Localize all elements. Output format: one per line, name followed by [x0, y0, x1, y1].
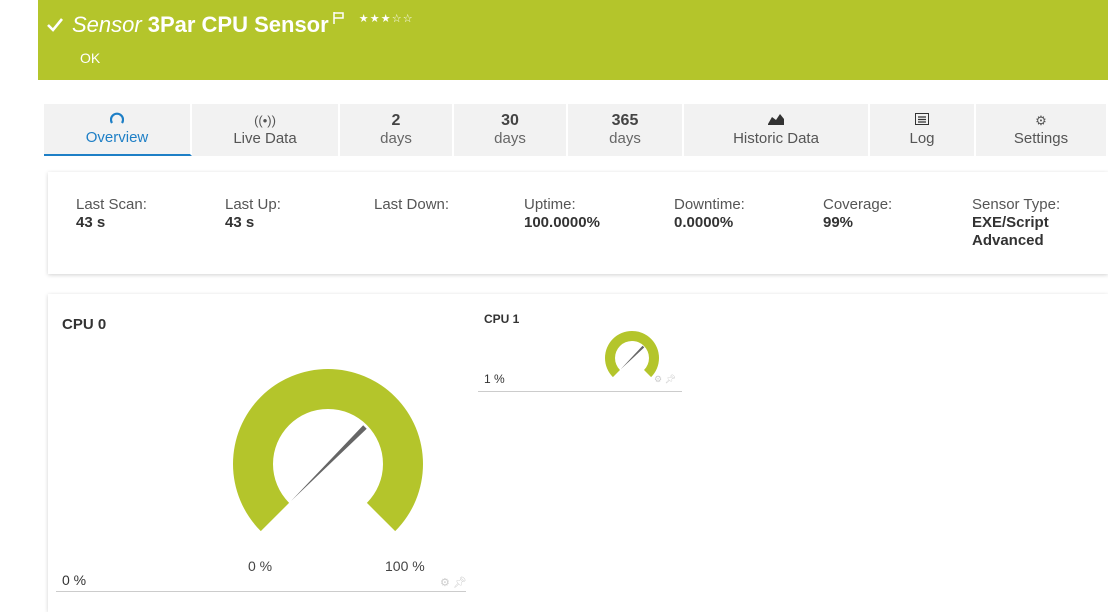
stat-value: EXE/Script Advanced: [972, 214, 1049, 249]
gauges-panel: CPU 0 0 % 100 % 0 % ⚙ 📌︎ CPU 1 1 % ⚙ 📌︎: [48, 294, 1108, 612]
tab-label: Historic Data: [733, 130, 819, 147]
gauge-min-label: 0 %: [248, 558, 273, 574]
stat-coverage: Coverage: 99%: [823, 196, 892, 232]
tab-live-data[interactable]: ((•)) Live Data: [192, 104, 340, 156]
stat-label: Last Down:: [374, 196, 450, 213]
sensor-name: 3Par CPU Sensor: [147, 12, 329, 37]
tab-2-days[interactable]: 2 days: [340, 104, 454, 156]
star-filled-icon[interactable]: ★: [381, 12, 392, 25]
check-icon: [46, 16, 64, 38]
tab-30-days[interactable]: 30 days: [454, 104, 568, 156]
sensor-kind: Sensor: [72, 12, 142, 37]
status-text: OK: [80, 50, 101, 66]
gauge-title: CPU 0: [62, 316, 107, 333]
stat-value: 99%: [823, 214, 854, 231]
flag-icon[interactable]: [332, 11, 347, 27]
tab-num: 365: [611, 112, 639, 129]
title-row: Sensor 3Par CPU Sensor ★ ★ ★ ☆ ☆: [46, 12, 414, 38]
star-filled-icon[interactable]: ★: [359, 12, 370, 25]
priority-stars[interactable]: ★ ★ ★ ☆ ☆: [359, 12, 414, 25]
tab-label: Live Data: [233, 130, 297, 147]
gauge-needle: [620, 345, 645, 370]
gauge-title: CPU 1: [484, 312, 520, 326]
stat-last-scan: Last Scan: 43 s: [76, 196, 147, 232]
gear-icon[interactable]: ⚙: [654, 374, 662, 384]
pin-icon[interactable]: 📌︎: [665, 374, 676, 384]
stat-last-up: Last Up: 43 s: [225, 196, 281, 232]
tab-label: Settings: [1013, 130, 1069, 147]
log-icon: [915, 112, 929, 130]
tab-settings[interactable]: ⚙ Settings: [976, 104, 1108, 156]
gauge-needle: [291, 425, 367, 501]
tab-sub: days: [609, 130, 641, 147]
live-signal-icon: ((•)): [254, 113, 276, 128]
area-chart-icon: [767, 112, 785, 130]
sensor-stats-panel: Last Scan: 43 s Last Up: 43 s Last Down:…: [48, 172, 1108, 274]
star-empty-icon[interactable]: ☆: [403, 12, 414, 25]
gauge-icon: [109, 111, 125, 129]
stat-value: 43 s: [76, 214, 106, 231]
tab-overview[interactable]: Overview: [44, 104, 192, 156]
stat-last-down: Last Down:: [374, 196, 449, 214]
star-empty-icon[interactable]: ☆: [392, 12, 403, 25]
stat-value: 100.0000%: [524, 214, 600, 231]
sensor-header: Sensor 3Par CPU Sensor ★ ★ ★ ☆ ☆ OK: [38, 0, 1108, 80]
pin-icon[interactable]: 📌︎: [453, 577, 467, 589]
tab-label: Overview: [85, 129, 149, 146]
gauge-value: 0 %: [62, 572, 87, 588]
star-filled-icon[interactable]: ★: [370, 12, 381, 25]
stat-sensor-type: Sensor Type: EXE/Script Advanced: [972, 196, 1092, 250]
tab-sub: days: [380, 130, 412, 147]
gear-icon[interactable]: ⚙: [440, 577, 450, 589]
tab-log[interactable]: Log: [870, 104, 976, 156]
tab-365-days[interactable]: 365 days: [568, 104, 684, 156]
cpu0-gauge: [233, 369, 423, 532]
stat-label: Downtime:: [674, 196, 745, 213]
stat-value: 0.0000%: [674, 214, 734, 231]
gear-icon: ⚙: [1035, 113, 1047, 128]
stat-label: Last Scan:: [76, 196, 147, 213]
gauge-baseline: [56, 591, 466, 592]
tab-historic-data[interactable]: Historic Data: [684, 104, 870, 156]
gauge-arc: [233, 369, 423, 532]
gauge-tools: ⚙ 📌︎: [440, 576, 467, 589]
tab-num: 2: [391, 112, 401, 129]
stat-label: Sensor Type:: [972, 196, 1061, 213]
gauge-arc: [605, 331, 659, 378]
stat-downtime: Downtime: 0.0000%: [674, 196, 745, 232]
tab-bar: Overview ((•)) Live Data 2 days 30 days …: [44, 104, 1108, 156]
stat-label: Coverage:: [823, 196, 893, 213]
gauge-baseline: [478, 391, 682, 392]
tab-label: Log: [909, 130, 935, 147]
gauge-tools: ⚙ 📌︎: [654, 374, 676, 385]
stat-uptime: Uptime: 100.0000%: [524, 196, 600, 232]
gauge-value: 1 %: [484, 372, 505, 386]
gauge-max-label: 100 %: [385, 558, 425, 574]
stat-label: Uptime:: [524, 196, 576, 213]
tab-sub: days: [494, 130, 526, 147]
stat-value: 43 s: [225, 214, 255, 231]
stat-label: Last Up:: [225, 196, 281, 213]
tab-num: 30: [501, 112, 519, 129]
